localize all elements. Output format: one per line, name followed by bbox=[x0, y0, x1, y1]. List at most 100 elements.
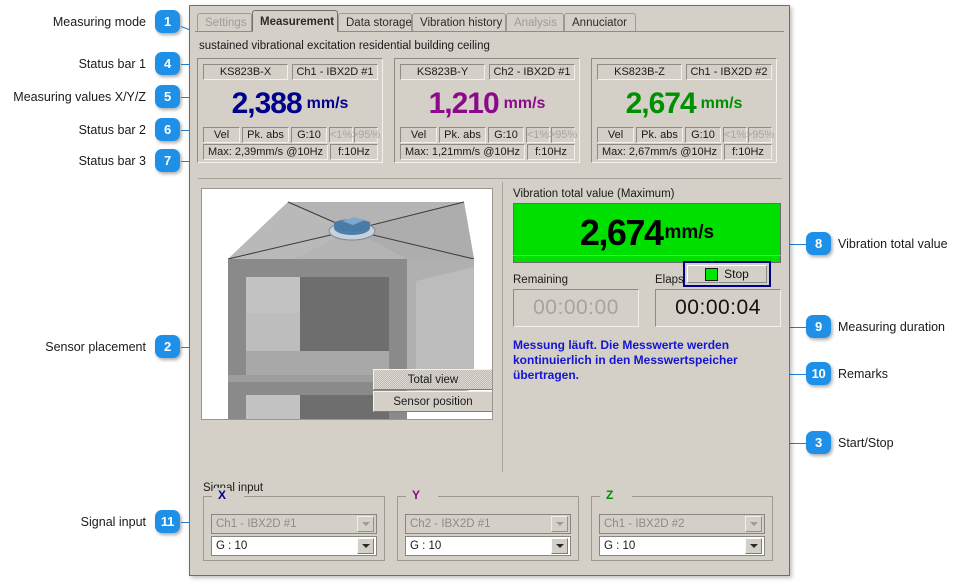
application-window: Settings Measurement Data storage Vibrat… bbox=[189, 5, 790, 576]
chevron-down-icon bbox=[745, 538, 762, 554]
sensor-placement-image[interactable]: Total view Sensor position bbox=[201, 188, 493, 420]
tab-data-storage[interactable]: Data storage bbox=[338, 13, 412, 31]
detection-z: Pk. abs bbox=[636, 127, 683, 143]
remaining-label: Remaining bbox=[513, 274, 639, 286]
quantity-z: Vel bbox=[597, 127, 634, 143]
measured-value-z-unit: mm/s bbox=[701, 95, 743, 113]
frequency-x: f:10Hz bbox=[330, 144, 378, 160]
underrange-z: <1% bbox=[723, 127, 747, 143]
annotation-label-signal-input: Signal input bbox=[0, 516, 146, 529]
gain-x: G:10 bbox=[291, 127, 327, 143]
stop-button-label: Stop bbox=[724, 267, 749, 281]
measured-value-x-unit: mm/s bbox=[307, 95, 349, 113]
channel-panel-z: KS823B-Z Ch1 - IBX2D #2 2,674 mm/s Vel P… bbox=[591, 58, 777, 163]
axis-label-x: X bbox=[214, 488, 230, 502]
remaining-timer: Remaining 00:00:00 bbox=[513, 274, 639, 327]
sensor-position-button[interactable]: Sensor position bbox=[373, 391, 493, 412]
sensor-name-y: KS823B-Y bbox=[400, 64, 485, 80]
quantity-x: Vel bbox=[203, 127, 240, 143]
underrange-x: <1% bbox=[329, 127, 353, 143]
channel-name-y: Ch2 - IBX2D #1 bbox=[489, 64, 575, 80]
channel-select-y-value: Ch2 - IBX2D #1 bbox=[406, 518, 551, 530]
total-value-unit: mm/s bbox=[664, 222, 714, 244]
overrange-y: >95% bbox=[551, 127, 575, 143]
annotation-label-status-bar-1: Status bar 1 bbox=[0, 58, 146, 71]
annotation-badge-3: 3 bbox=[806, 431, 831, 454]
quantity-y: Vel bbox=[400, 127, 437, 143]
overrange-z: >95% bbox=[748, 127, 772, 143]
annotation-badge-9: 9 bbox=[806, 315, 831, 338]
stop-button[interactable]: Stop bbox=[683, 261, 771, 287]
annotation-label-measuring-mode: Measuring mode bbox=[0, 16, 146, 29]
channel-select-x[interactable]: Ch1 - IBX2D #1 bbox=[211, 514, 377, 534]
tab-analysis[interactable]: Analysis bbox=[506, 13, 564, 31]
chevron-down-icon bbox=[745, 516, 762, 532]
measured-value-z-number: 2,674 bbox=[626, 87, 696, 121]
tab-annuciator[interactable]: Annuciator bbox=[564, 13, 636, 31]
annotation-label-vibration-total-value: Vibration total value bbox=[838, 238, 948, 251]
gain-select-z-value: G : 10 bbox=[600, 540, 745, 552]
channel-select-x-value: Ch1 - IBX2D #1 bbox=[212, 518, 357, 530]
signal-input-title: Signal input bbox=[203, 482, 263, 494]
sensor-name-z: KS823B-Z bbox=[597, 64, 682, 80]
measured-value-y-number: 1,210 bbox=[429, 87, 499, 121]
measurement-subtitle: sustained vibrational excitation residen… bbox=[199, 40, 490, 52]
total-value-number: 2,674 bbox=[580, 212, 663, 254]
gain-y: G:10 bbox=[488, 127, 524, 143]
channel-panel-x: KS823B-X Ch1 - IBX2D #1 2,388 mm/s Vel P… bbox=[197, 58, 383, 163]
annotation-label-remarks: Remarks bbox=[838, 368, 888, 381]
annotation-label-status-bar-2: Status bar 2 bbox=[0, 124, 146, 137]
measured-value-x-number: 2,388 bbox=[232, 87, 302, 121]
gain-select-x-value: G : 10 bbox=[212, 540, 357, 552]
annotation-badge-2: 2 bbox=[155, 335, 180, 358]
frequency-z: f:10Hz bbox=[724, 144, 772, 160]
measured-value-z: 2,674 mm/s bbox=[596, 82, 772, 125]
total-view-button[interactable]: Total view bbox=[373, 369, 493, 390]
channel-select-z[interactable]: Ch1 - IBX2D #2 bbox=[599, 514, 765, 534]
measured-value-y-unit: mm/s bbox=[504, 95, 546, 113]
gain-select-x[interactable]: G : 10 bbox=[211, 536, 377, 556]
annotation-badge-7: 7 bbox=[155, 149, 180, 172]
annotation-badge-1: 1 bbox=[155, 10, 180, 33]
annotation-badge-6: 6 bbox=[155, 118, 180, 141]
gain-select-z[interactable]: G : 10 bbox=[599, 536, 765, 556]
total-value-label: Vibration total value (Maximum) bbox=[513, 188, 783, 200]
underrange-y: <1% bbox=[526, 127, 550, 143]
signal-input-group-z: Z Ch1 - IBX2D #2 G : 10 bbox=[591, 496, 773, 561]
vertical-divider bbox=[502, 182, 503, 472]
total-value-display: 2,674 mm/s bbox=[513, 203, 781, 263]
annotation-label-start-stop: Start/Stop bbox=[838, 437, 894, 450]
annotation-badge-11: 11 bbox=[155, 510, 180, 533]
axis-label-y: Y bbox=[408, 488, 424, 502]
channel-name-z: Ch1 - IBX2D #2 bbox=[686, 64, 772, 80]
max-value-x: Max: 2,39mm/s @10Hz bbox=[203, 144, 328, 160]
tab-strip: Settings Measurement Data storage Vibrat… bbox=[195, 10, 784, 32]
tab-measurement[interactable]: Measurement bbox=[252, 10, 338, 32]
channel-panel-y: KS823B-Y Ch2 - IBX2D #1 1,210 mm/s Vel P… bbox=[394, 58, 580, 163]
measured-value-x: 2,388 mm/s bbox=[202, 82, 378, 125]
channel-name-x: Ch1 - IBX2D #1 bbox=[292, 64, 378, 80]
chevron-down-icon bbox=[357, 538, 374, 554]
tab-settings[interactable]: Settings bbox=[197, 13, 252, 31]
annotation-label-measuring-values: Measuring values X/Y/Z bbox=[0, 91, 146, 104]
chevron-down-icon bbox=[357, 516, 374, 532]
gain-select-y-value: G : 10 bbox=[406, 540, 551, 552]
annotation-label-measuring-duration: Measuring duration bbox=[838, 321, 945, 334]
tab-vibration-history[interactable]: Vibration history bbox=[412, 13, 506, 31]
detection-x: Pk. abs bbox=[242, 127, 289, 143]
channel-panel-group: KS823B-X Ch1 - IBX2D #1 2,388 mm/s Vel P… bbox=[197, 58, 783, 168]
annotation-label-sensor-placement: Sensor placement bbox=[0, 341, 146, 354]
frequency-y: f:10Hz bbox=[527, 144, 575, 160]
elapsed-value: 00:00:04 bbox=[655, 289, 781, 327]
annotation-badge-4: 4 bbox=[155, 52, 180, 75]
annotation-label-status-bar-3: Status bar 3 bbox=[0, 155, 146, 168]
channel-select-y[interactable]: Ch2 - IBX2D #1 bbox=[405, 514, 571, 534]
signal-input-group-x: X Ch1 - IBX2D #1 G : 10 bbox=[203, 496, 385, 561]
status-led-icon bbox=[705, 268, 718, 281]
remaining-value: 00:00:00 bbox=[513, 289, 639, 327]
gain-select-y[interactable]: G : 10 bbox=[405, 536, 571, 556]
gain-z: G:10 bbox=[685, 127, 721, 143]
annotation-badge-5: 5 bbox=[155, 85, 180, 108]
overrange-x: >95% bbox=[354, 127, 378, 143]
section-divider bbox=[198, 178, 782, 179]
